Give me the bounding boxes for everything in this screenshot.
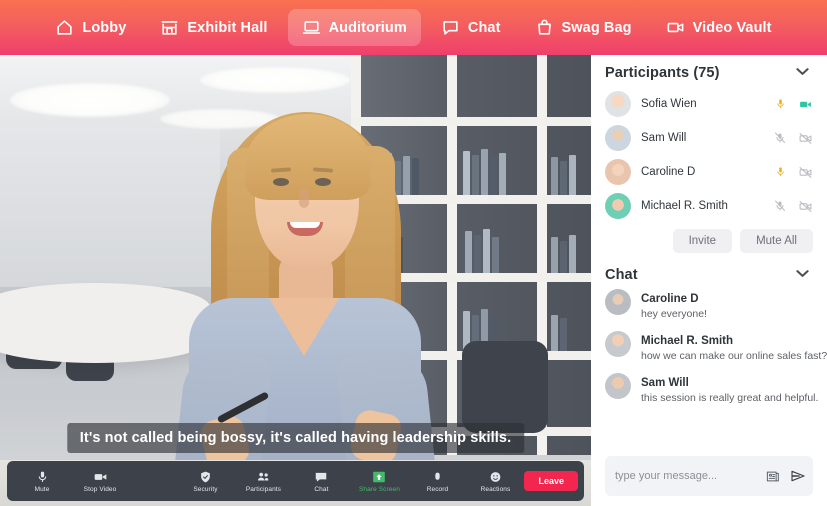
toolbar-button-reactions[interactable]: Reactions (466, 469, 524, 493)
chat-section: Chat Caroline D hey everyone! Michael R.… (605, 267, 827, 506)
app-body: It's not called being bossy, it's called… (0, 55, 827, 506)
chat-message: Caroline D hey everyone! (605, 289, 813, 322)
camera-off-icon[interactable] (798, 132, 813, 145)
chat-title: Chat (605, 267, 638, 283)
avatar (605, 331, 631, 357)
toolbar-label-security: Security (193, 486, 218, 493)
chevron-down-icon[interactable] (792, 267, 813, 283)
message-input[interactable] (615, 470, 757, 482)
toolbar-label-share-screen: Share Screen (358, 486, 400, 493)
nav-label-auditorium: Auditorium (328, 19, 407, 36)
avatar (605, 193, 631, 219)
microphone-muted-icon[interactable] (774, 199, 786, 213)
card-attachment-icon[interactable] (765, 469, 781, 484)
toolbar-label-record: Record (426, 486, 449, 493)
invite-button[interactable]: Invite (672, 229, 733, 253)
nav-label-swag-bag: Swag Bag (561, 19, 632, 36)
participant-row[interactable]: Sofia Wien (605, 87, 813, 121)
chevron-down-icon[interactable] (792, 65, 813, 81)
virtual-event-app: Lobby Exhibit Hall Auditorium Chat Swag … (0, 0, 827, 506)
toolbar-button-security[interactable]: Security (176, 469, 234, 493)
nav-item-exhibit-hall[interactable]: Exhibit Hall (146, 9, 281, 46)
toolbar-label-reactions: Reactions (480, 486, 511, 493)
nav-item-swag-bag[interactable]: Swag Bag (521, 9, 646, 46)
reactions-icon (489, 469, 502, 484)
participants-title: Participants (75) (605, 65, 720, 81)
camera-off-icon[interactable] (798, 166, 813, 179)
avatar (605, 373, 631, 399)
chat-author: Michael R. Smith (641, 335, 734, 347)
storefront-icon (160, 18, 179, 37)
nav-label-video-vault: Video Vault (692, 19, 772, 36)
nav-item-video-vault[interactable]: Video Vault (652, 9, 786, 46)
closed-caption: It's not called being bossy, it's called… (66, 423, 525, 453)
participant-row[interactable]: Michael R. Smith (605, 189, 813, 223)
toolbar-button-participants[interactable]: Participants (234, 469, 292, 493)
nav-label-lobby: Lobby (82, 19, 127, 36)
participant-name: Caroline D (641, 166, 696, 178)
meeting-toolbar: Mute Stop Video Security Participants Ch… (7, 461, 584, 501)
participants-actions: Invite Mute All (605, 229, 813, 253)
camera-off-icon[interactable] (798, 200, 813, 213)
chat-text: this session is really great and helpful… (641, 392, 819, 404)
home-icon (55, 18, 74, 37)
video-stage[interactable]: It's not called being bossy, it's called… (0, 55, 591, 506)
chat-author: Caroline D (641, 293, 699, 305)
microphone-muted-icon[interactable] (774, 131, 786, 145)
share-screen-icon (372, 469, 386, 484)
microphone-on-icon[interactable] (775, 97, 786, 111)
send-arrow-icon[interactable] (789, 468, 807, 484)
chat-bubble-icon (314, 469, 328, 484)
chat-text: hey everyone! (641, 308, 707, 320)
avatar (605, 125, 631, 151)
main-navigation: Lobby Exhibit Hall Auditorium Chat Swag … (0, 0, 827, 55)
camera-on-icon[interactable] (798, 98, 813, 111)
chat-text: how we can make our online sales fast? (641, 350, 827, 362)
record-icon (431, 469, 444, 484)
participant-name: Sofia Wien (641, 98, 697, 110)
toolbar-label-mute: Mute (34, 486, 50, 493)
people-icon (256, 469, 271, 484)
toolbar-button-share-screen[interactable]: Share Screen (350, 469, 408, 493)
avatar (605, 289, 631, 315)
avatar (605, 159, 631, 185)
nav-label-exhibit-hall: Exhibit Hall (187, 19, 268, 36)
shield-icon (199, 469, 212, 484)
toolbar-button-record[interactable]: Record (408, 469, 466, 493)
avatar (605, 91, 631, 117)
nav-item-auditorium[interactable]: Auditorium (287, 9, 421, 46)
leave-button[interactable]: Leave (524, 471, 578, 491)
participant-name: Sam Will (641, 132, 687, 144)
participant-row[interactable]: Sam Will (605, 121, 813, 155)
shopping-bag-icon (535, 18, 554, 37)
microphone-icon (36, 469, 49, 484)
message-composer (605, 456, 813, 496)
chat-header: Chat (605, 267, 813, 283)
video-camera-icon (93, 469, 108, 484)
side-panel: Participants (75) Sofia Wien Sam Will Ca… (591, 55, 827, 506)
participants-header: Participants (75) (605, 65, 813, 81)
nav-item-chat[interactable]: Chat (427, 9, 515, 46)
chat-message: Sam Will this session is really great an… (605, 373, 819, 406)
toolbar-button-mute[interactable]: Mute (13, 469, 71, 493)
participant-name: Michael R. Smith (641, 200, 728, 212)
toolbar-button-stop-video[interactable]: Stop Video (71, 469, 129, 493)
microphone-on-icon[interactable] (775, 165, 786, 179)
chat-bubble-icon (441, 18, 460, 37)
participant-row[interactable]: Caroline D (605, 155, 813, 189)
toolbar-label-stop-video: Stop Video (83, 486, 117, 493)
toolbar-button-chat[interactable]: Chat (292, 469, 350, 493)
video-camera-icon (666, 18, 685, 37)
toolbar-label-chat: Chat (314, 486, 329, 493)
chat-message: Michael R. Smith how we can make our onl… (605, 331, 827, 364)
nav-label-chat: Chat (467, 19, 501, 36)
nav-item-lobby[interactable]: Lobby (41, 9, 140, 46)
chat-author: Sam Will (641, 377, 689, 389)
mute-all-button[interactable]: Mute All (740, 229, 813, 253)
laptop-icon (302, 18, 321, 37)
toolbar-label-participants: Participants (245, 486, 282, 493)
